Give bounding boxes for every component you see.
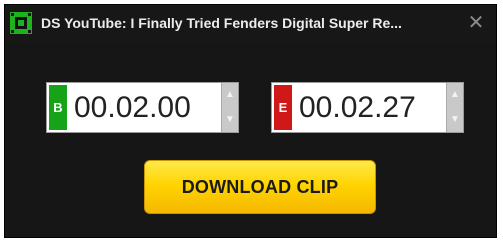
start-decrement-arrow-icon[interactable]: ▼ — [222, 108, 238, 132]
end-time-spinner: ▲ ▼ — [446, 83, 463, 132]
download-clip-button[interactable]: DOWNLOAD CLIP — [144, 160, 376, 214]
end-badge: E — [274, 85, 292, 130]
title-bar[interactable]: DS YouTube: I Finally Tried Fenders Digi… — [5, 5, 496, 43]
app-logo-icon — [10, 12, 32, 34]
end-time-field[interactable]: E 00.02.27 ▲ ▼ — [271, 82, 464, 133]
start-time-field[interactable]: B 00.02.00 ▲ ▼ — [46, 82, 239, 133]
end-time-input[interactable]: 00.02.27 — [299, 83, 416, 132]
start-increment-arrow-icon[interactable]: ▲ — [222, 83, 238, 107]
close-icon[interactable]: ✕ — [464, 11, 488, 35]
start-time-input[interactable]: 00.02.00 — [74, 83, 191, 132]
end-decrement-arrow-icon[interactable]: ▼ — [447, 108, 463, 132]
app-window: DS YouTube: I Finally Tried Fenders Digi… — [4, 4, 497, 238]
start-badge: B — [49, 85, 67, 130]
end-increment-arrow-icon[interactable]: ▲ — [447, 83, 463, 107]
window-title: DS YouTube: I Finally Tried Fenders Digi… — [41, 15, 402, 31]
start-time-spinner: ▲ ▼ — [221, 83, 238, 132]
